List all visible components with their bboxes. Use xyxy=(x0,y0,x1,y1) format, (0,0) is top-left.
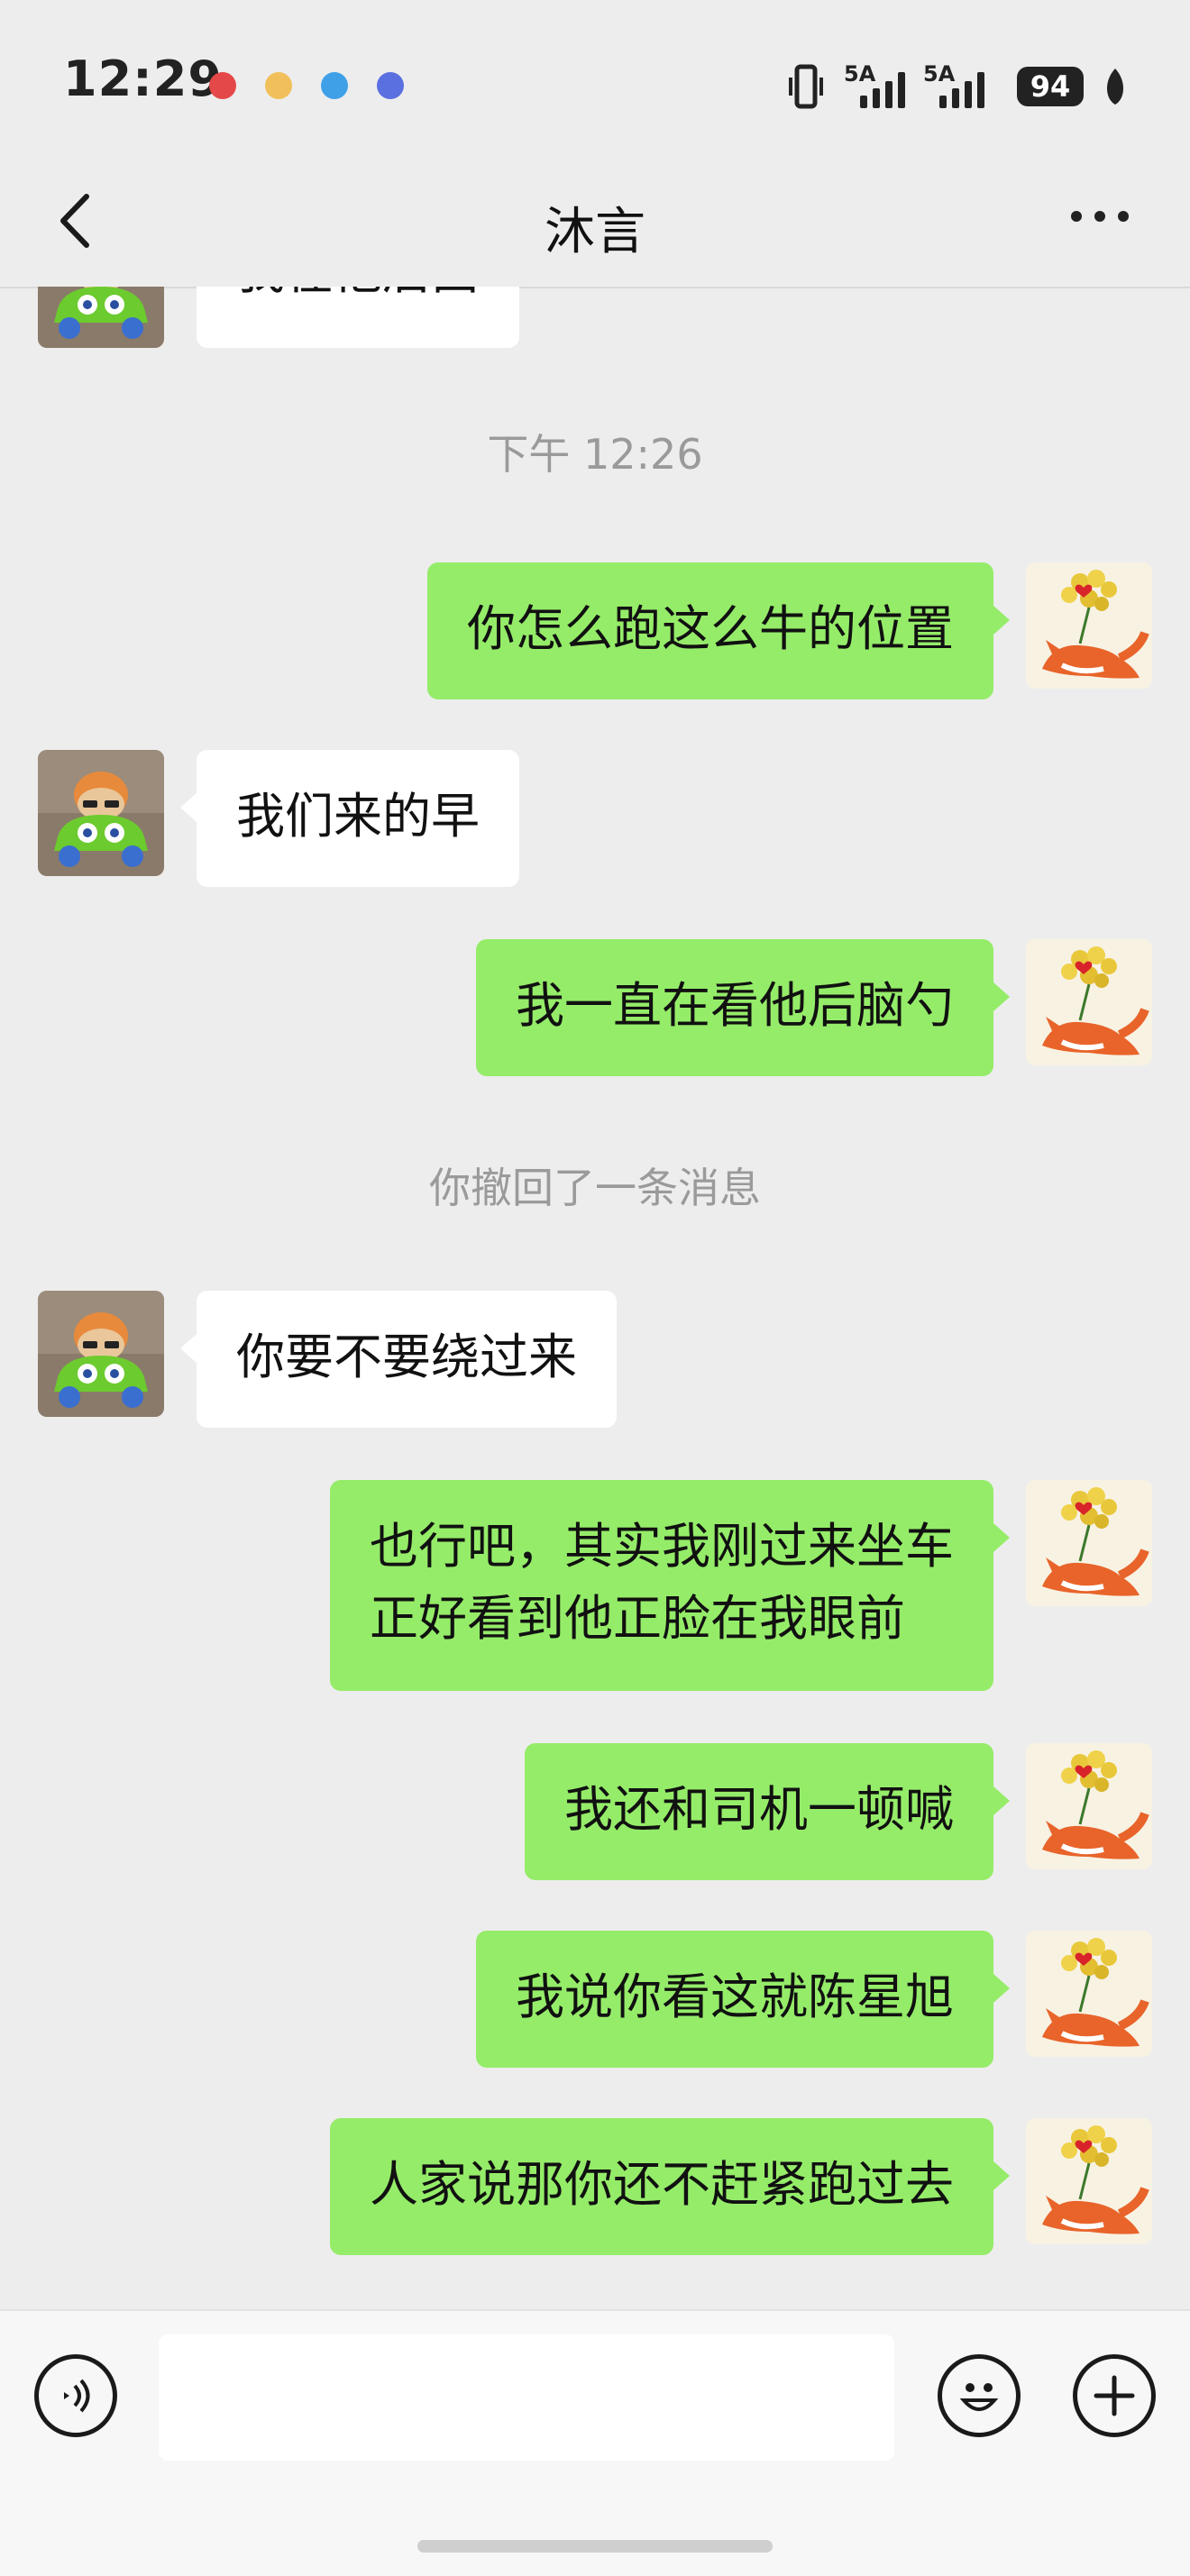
message-row-cut: 我在他后面 xyxy=(0,287,1190,348)
pet-app-icon xyxy=(265,72,292,99)
outgoing-bubble[interactable]: 我还和司机一顿喊 xyxy=(525,1743,1010,1880)
outgoing-bubble[interactable]: 人家说那你还不赶紧跑过去 xyxy=(330,2118,1010,2255)
more-dots-icon[interactable] xyxy=(1071,211,1129,222)
incoming-bubble[interactable]: 我们来的早 xyxy=(180,750,519,887)
emoji-icon[interactable] xyxy=(938,2354,1021,2437)
outgoing-bubble[interactable]: 我说你看这就陈星旭 xyxy=(476,1931,1010,2068)
outgoing-bubble[interactable]: 我一直在看他后脑勺 xyxy=(476,939,1010,1076)
chat-title: 沐言 xyxy=(545,203,645,261)
browser-app-icon xyxy=(377,72,404,99)
recall-notice: 你撤回了一条消息 xyxy=(429,1164,761,1212)
outgoing-bubble[interactable]: 你怎么跑这么牛的位置 xyxy=(427,562,1010,699)
my-avatar[interactable] xyxy=(1026,2118,1152,2244)
outgoing-bubble-multiline[interactable]: 也行吧，其实我刚过来坐车 正好看到他正脸在我眼前 xyxy=(330,1480,1010,1691)
home-indicator[interactable] xyxy=(417,2540,773,2553)
my-avatar[interactable] xyxy=(1026,1743,1152,1869)
contact-avatar[interactable] xyxy=(38,750,164,876)
leaf-icon xyxy=(1103,67,1127,110)
timestamp: 下午 12:26 xyxy=(487,430,703,479)
signal-icon-1 xyxy=(860,70,905,108)
message-input[interactable] xyxy=(159,2334,894,2461)
message-app-icon xyxy=(321,72,348,99)
contact-avatar[interactable] xyxy=(38,287,164,348)
voice-icon[interactable] xyxy=(34,2354,117,2437)
my-avatar[interactable] xyxy=(1026,562,1152,689)
bubble-line: 正好看到他正脸在我眼前 xyxy=(370,1590,905,1647)
plus-icon[interactable] xyxy=(1073,2354,1156,2437)
my-avatar[interactable] xyxy=(1026,1931,1152,2057)
vibrate-icon xyxy=(788,63,824,114)
incoming-bubble[interactable]: 你要不要绕过来 xyxy=(180,1291,617,1428)
my-avatar[interactable] xyxy=(1026,939,1152,1065)
contact-avatar[interactable] xyxy=(38,1291,164,1417)
huawei-music-icon xyxy=(209,72,236,99)
incoming-bubble[interactable]: 我在他后面 xyxy=(197,287,519,348)
my-avatar[interactable] xyxy=(1026,1480,1152,1606)
bubble-line: 也行吧，其实我刚过来坐车 xyxy=(370,1518,954,1575)
status-time: 12:29 xyxy=(63,50,223,107)
battery-indicator: 94 xyxy=(1017,67,1084,106)
message-list[interactable]: 我在他后面 下午 12:26 你怎么跑这么牛的位置 我们来的早 我一直在看他后脑… xyxy=(0,287,1190,2309)
signal-icon-2 xyxy=(939,70,984,108)
